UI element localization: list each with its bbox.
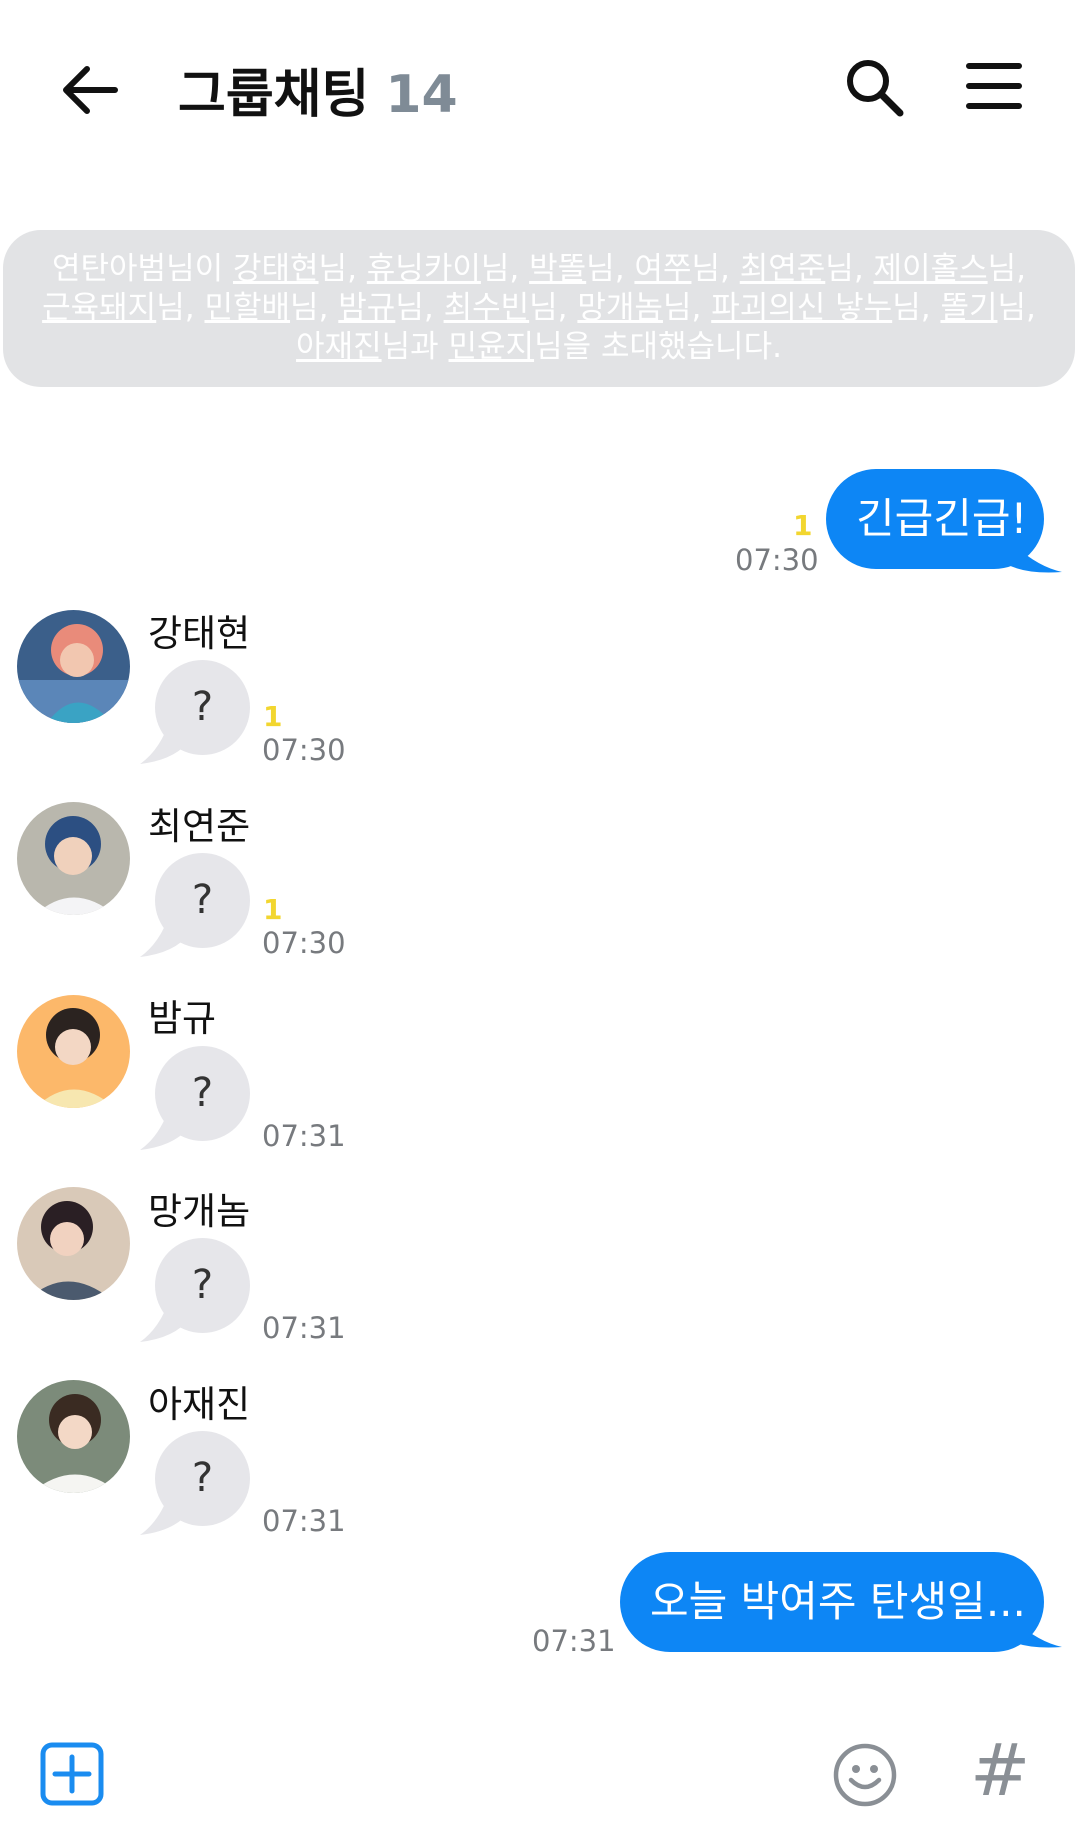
chat-title-group: 그룹채팅 14 — [178, 52, 458, 125]
smiley-icon[interactable] — [832, 1742, 898, 1808]
chat-title: 그룹채팅 — [178, 65, 370, 125]
bubble-tail — [140, 1491, 190, 1535]
search-icon[interactable] — [842, 55, 906, 119]
invited-name[interactable]: 강태현 — [233, 251, 319, 287]
message-time: 07:30 — [262, 926, 346, 960]
sender-name: 아재진 — [148, 1383, 251, 1426]
message-time: 07:31 — [532, 1624, 616, 1658]
message-bubble[interactable]: 긴급긴급! — [826, 469, 1044, 569]
invited-name[interactable]: 민윤지 — [449, 329, 535, 365]
avatar[interactable] — [17, 995, 130, 1108]
unread-count: 1 — [263, 893, 283, 926]
invited-name[interactable]: 제이홀스 — [874, 251, 988, 287]
bubble-tail — [140, 720, 190, 764]
invited-name[interactable]: 최수빈 — [444, 290, 530, 326]
invited-name[interactable]: 여쭈 — [634, 251, 691, 287]
bubble-tail — [140, 1298, 190, 1342]
invited-name[interactable]: 아재진 — [296, 329, 382, 365]
sender-name: 강태현 — [148, 612, 251, 655]
sender-name: 밤규 — [148, 997, 217, 1040]
bubble-tail — [140, 913, 190, 957]
hamburger-menu-icon[interactable] — [966, 58, 1022, 114]
invited-name[interactable]: 파괴의신 낳누 — [711, 290, 892, 326]
unread-count: 1 — [793, 509, 813, 542]
inviter-name: 연탄아범 — [51, 251, 167, 287]
message-time: 07:30 — [735, 543, 819, 577]
chat-header: 그룹채팅 14 — [0, 0, 1080, 170]
avatar[interactable] — [17, 1187, 130, 1300]
invited-name[interactable]: 근육돼지 — [42, 290, 156, 326]
invited-name[interactable]: 똘기 — [940, 290, 997, 326]
invited-name[interactable]: 밤규 — [338, 290, 395, 326]
invited-name[interactable]: 망개놈 — [577, 290, 663, 326]
sender-name: 망개놈 — [148, 1190, 251, 1233]
input-bar — [0, 1700, 1080, 1848]
invited-name[interactable]: 박똘 — [529, 251, 586, 287]
back-arrow-icon[interactable] — [55, 55, 125, 125]
message-bubble[interactable]: 오늘 박여주 탄생일... — [620, 1552, 1044, 1652]
message-time: 07:31 — [262, 1311, 346, 1345]
hashtag-button[interactable]: # — [970, 1730, 1030, 1810]
invited-name[interactable]: 민할배 — [204, 290, 290, 326]
message-time: 07:30 — [262, 733, 346, 767]
sender-name: 최연준 — [148, 805, 251, 848]
message-time: 07:31 — [262, 1119, 346, 1153]
invited-name[interactable]: 최연준 — [740, 251, 826, 287]
invited-name[interactable]: 휴닝카이 — [367, 251, 481, 287]
plus-square-icon[interactable] — [40, 1742, 104, 1806]
member-count: 14 — [385, 65, 458, 125]
avatar[interactable] — [17, 610, 130, 723]
bubble-tail — [140, 1106, 190, 1150]
avatar[interactable] — [17, 1380, 130, 1493]
avatar[interactable] — [17, 802, 130, 915]
unread-count: 1 — [263, 700, 283, 733]
message-time: 07:31 — [262, 1504, 346, 1538]
invite-notice: 연탄아범님이 강태현님, 휴닝카이님, 박똘님, 여쭈님, 최연준님, 제이홀스… — [3, 230, 1075, 387]
